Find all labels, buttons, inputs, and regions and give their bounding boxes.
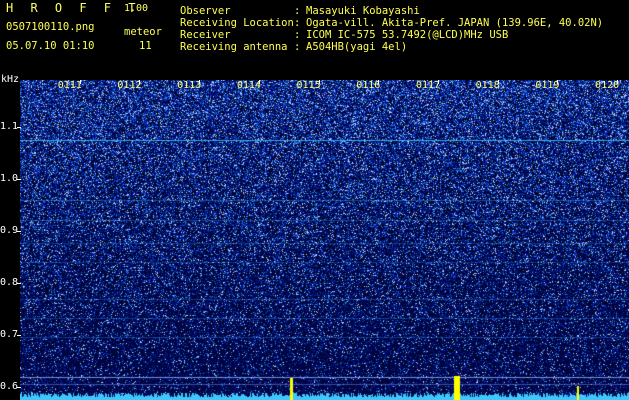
meteor-label: meteor xyxy=(124,26,162,38)
x-tick-label: 0120 xyxy=(595,80,620,91)
x-tick-label: 0118 xyxy=(475,80,500,91)
antenna-sep: : xyxy=(294,41,301,53)
y-tick-mark xyxy=(17,126,21,128)
receiver-label: Receiver xyxy=(180,29,231,41)
x-tick-label: 0111 xyxy=(57,80,82,91)
y-tick-mark xyxy=(17,282,21,284)
version-label: 1.00 xyxy=(124,3,149,14)
receiver-value: ICOM IC-575 53.7492(@LCD)MHz USB xyxy=(306,29,509,41)
y-tick-mark xyxy=(17,386,21,388)
spectrogram-canvas xyxy=(20,80,629,400)
x-tick-mark xyxy=(258,80,260,84)
location-value: Ogata-vill. Akita-Pref. JAPAN (139.96E, … xyxy=(306,17,604,29)
meteor-count: 11 xyxy=(139,40,152,52)
app-title: H R O F F T xyxy=(6,1,141,15)
antenna-value: A504HB(yagi 4el) xyxy=(306,41,408,53)
x-tick-label: 0115 xyxy=(296,80,321,91)
x-tick-label: 0114 xyxy=(236,80,261,91)
x-tick-mark xyxy=(139,80,141,84)
observer-value: Masayuki Kobayashi xyxy=(306,5,420,17)
x-tick-mark xyxy=(318,80,320,84)
x-tick-mark xyxy=(557,80,559,84)
location-label: Receiving Location xyxy=(180,17,294,29)
receiver-sep: : xyxy=(294,29,301,41)
x-tick-mark xyxy=(437,80,439,84)
antenna-label: Receiving antenna xyxy=(180,41,288,53)
x-tick-mark xyxy=(617,80,619,84)
x-tick-mark xyxy=(79,80,81,84)
x-tick-label: 0116 xyxy=(356,80,381,91)
x-tick-label: 0117 xyxy=(415,80,441,91)
observer-label: Observer xyxy=(180,5,231,17)
x-tick-mark xyxy=(497,80,499,84)
x-tick-mark xyxy=(199,80,201,84)
location-sep: : xyxy=(294,17,301,29)
y-tick-mark xyxy=(17,178,21,180)
x-tick-label: 0119 xyxy=(535,80,560,91)
y-tick-mark xyxy=(17,334,21,336)
x-tick-mark xyxy=(378,80,380,84)
y-tick-mark xyxy=(17,230,21,232)
x-tick-label: 0113 xyxy=(177,80,202,91)
filename-label: 0507100110.png xyxy=(6,21,95,33)
observer-sep: : xyxy=(294,5,301,17)
x-tick-label: 0112 xyxy=(117,80,142,91)
y-axis-unit: kHz xyxy=(1,74,20,85)
datetime-label: 05.07.10 01:10 xyxy=(6,40,95,52)
spectrogram-plot xyxy=(20,80,629,400)
header-panel: H R O F F T 1.00 0507100110.png 05.07.10… xyxy=(0,0,629,78)
